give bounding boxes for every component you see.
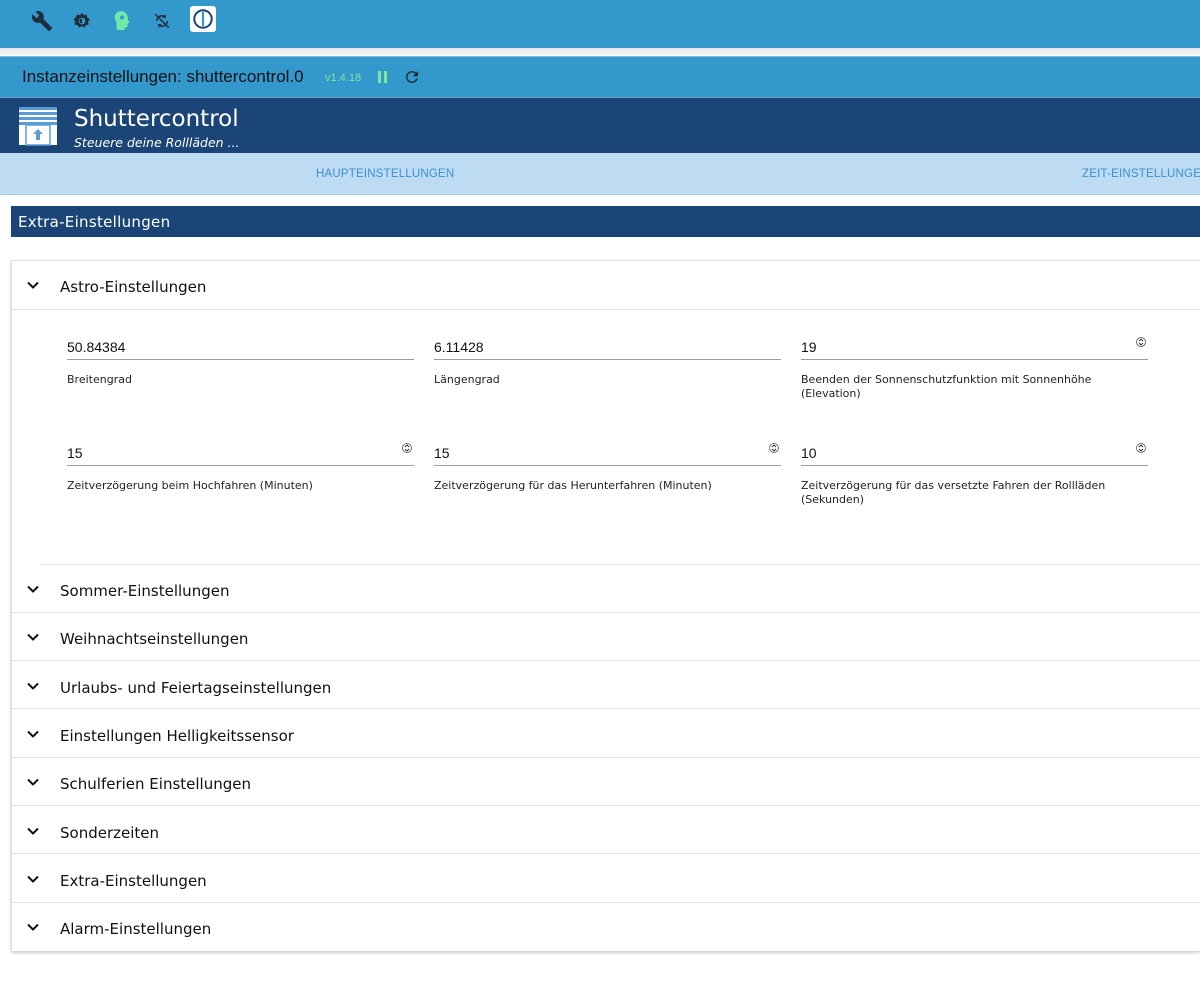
chevron-down-icon	[26, 824, 40, 843]
panel-label: Weihnachtseinstellungen	[60, 630, 249, 648]
chevron-down-icon	[26, 727, 40, 746]
delay-down-input[interactable]	[434, 436, 781, 466]
panel-label: Alarm-Einstellungen	[60, 920, 212, 938]
latitude-input[interactable]	[67, 330, 414, 360]
chevron-down-icon	[26, 582, 40, 601]
divider	[12, 853, 1200, 854]
offset-delay-input[interactable]	[801, 436, 1148, 466]
panel-special-times-header[interactable]: Sonderzeiten	[12, 807, 1200, 855]
elevation-input[interactable]	[801, 330, 1148, 360]
spinner-icon[interactable]	[769, 441, 779, 460]
section-title: Extra-Einstellungen	[18, 213, 171, 231]
delay-up-label: Zeitverzögerung beim Hochfahren (Minuten…	[67, 479, 313, 492]
adapter-subtitle: Steuere deine Rollläden ...	[74, 135, 240, 150]
sync-off-icon[interactable]	[142, 8, 182, 34]
iobroker-logo-icon[interactable]	[190, 6, 216, 32]
delay-up-input[interactable]	[67, 436, 414, 466]
toolbar-shadow	[0, 48, 1200, 55]
reload-icon[interactable]	[403, 68, 421, 91]
panel-alarm-header[interactable]: Alarm-Einstellungen	[12, 903, 1200, 951]
longitude-label: Längengrad	[434, 373, 500, 386]
panel-school-holidays-header[interactable]: Schulferien Einstellungen	[12, 758, 1200, 806]
latitude-label: Breitengrad	[67, 373, 132, 386]
spinner-icon[interactable]	[1136, 335, 1146, 354]
chevron-down-icon	[26, 920, 40, 939]
pause-icon[interactable]	[377, 70, 389, 89]
divider	[12, 309, 1200, 310]
version-badge: v1.4.18	[325, 72, 362, 84]
panel-astro-header[interactable]: Astro-Einstellungen	[12, 261, 1200, 309]
wrench-icon[interactable]	[22, 8, 62, 34]
panel-label: Einstellungen Helligkeitssensor	[60, 727, 294, 745]
divider	[12, 660, 1200, 661]
chevron-down-icon	[26, 775, 40, 794]
panel-label: Urlaubs- und Feiertagseinstellungen	[60, 679, 332, 697]
panel-label: Astro-Einstellungen	[60, 278, 207, 296]
divider	[12, 805, 1200, 806]
shutter-logo-icon	[18, 106, 58, 146]
panel-label: Sonderzeiten	[60, 824, 160, 842]
section-header: Extra-Einstellungen	[11, 206, 1200, 237]
offset-delay-label: Zeitverzögerung für das versetzte Fahren…	[801, 479, 1106, 506]
chevron-down-icon	[26, 630, 40, 649]
panel-christmas-header[interactable]: Weihnachtseinstellungen	[12, 613, 1200, 661]
chevron-down-icon	[26, 679, 40, 698]
delay-down-label: Zeitverzögerung für das Herunterfahren (…	[434, 479, 712, 492]
longitude-input[interactable]	[434, 330, 781, 360]
instance-bar: Instanzeinstellungen: shuttercontrol.0 v…	[0, 56, 1200, 97]
divider	[12, 708, 1200, 709]
toolbar-icons	[22, 6, 216, 34]
gear-icon[interactable]	[62, 8, 102, 34]
tab-bar: HAUPTEINSTELLUNGEN ZEIT-EINSTELLUNGEN	[0, 153, 1200, 195]
panel-brightness-header[interactable]: Einstellungen Helligkeitssensor	[12, 710, 1200, 758]
chevron-down-icon	[26, 872, 40, 891]
tab-main-settings[interactable]: HAUPTEINSTELLUNGEN	[316, 168, 454, 180]
panel-holiday-header[interactable]: Urlaubs- und Feiertagseinstellungen	[12, 662, 1200, 710]
head-icon[interactable]	[102, 8, 142, 34]
panel-extra-header[interactable]: Extra-Einstellungen	[12, 855, 1200, 903]
panel-label: Schulferien Einstellungen	[60, 775, 251, 793]
settings-accordion: Astro-Einstellungen Breitengrad Längengr…	[11, 260, 1200, 951]
panel-summer-header[interactable]: Sommer-Einstellungen	[12, 565, 1200, 613]
panel-label: Extra-Einstellungen	[60, 872, 207, 890]
adapter-title: Shuttercontrol	[74, 106, 239, 132]
elevation-label: Beenden der Sonnenschutzfunktion mit Son…	[801, 373, 1092, 400]
top-toolbar	[0, 0, 1200, 48]
instance-title: Instanzeinstellungen: shuttercontrol.0	[22, 67, 304, 86]
spinner-icon[interactable]	[402, 441, 412, 460]
panel-label: Sommer-Einstellungen	[60, 582, 230, 600]
adapter-header: Shuttercontrol Steuere deine Rollläden .…	[0, 97, 1200, 153]
chevron-down-icon	[26, 278, 40, 297]
tab-time-settings[interactable]: ZEIT-EINSTELLUNGEN	[1082, 168, 1200, 180]
spinner-icon[interactable]	[1136, 441, 1146, 460]
